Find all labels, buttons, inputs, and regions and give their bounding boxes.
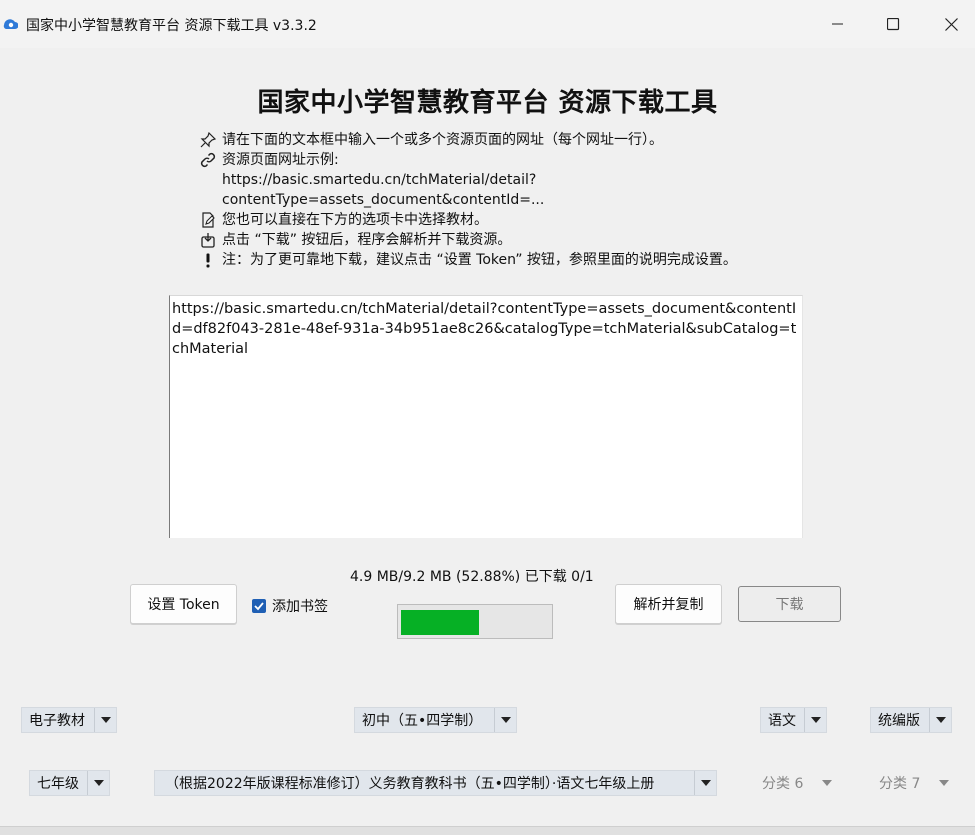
instruction-line: contentType=assets_document&contentId=..…: [200, 190, 840, 210]
exclamation-icon: [200, 250, 222, 270]
select-value: 统编版: [878, 713, 920, 729]
bookmark-checkbox[interactable]: 添加书签: [252, 596, 328, 616]
download-progress-bar: [397, 604, 553, 639]
example-url-line: https://basic.smartedu.cn/tchMaterial/de…: [222, 172, 537, 188]
maximize-icon: [886, 17, 899, 30]
dropdown-arrow-icon: [87, 771, 109, 795]
instruction-line: 请在下面的文本框中输入一个或多个资源页面的网址（每个网址一行）。: [200, 130, 840, 150]
select-value: 分类 7: [879, 776, 921, 792]
select-value: 语文: [768, 713, 796, 729]
instruction-text: 请在下面的文本框中输入一个或多个资源页面的网址（每个网址一行）。: [222, 132, 663, 148]
dropdown-arrow-icon: [804, 708, 826, 732]
edit-document-icon: [200, 210, 222, 230]
instruction-text: 注：为了更可靠地下载，建议点击 “设置 Token” 按钮，参照里面的说明完成设…: [222, 252, 737, 268]
url-input-textarea[interactable]: https://basic.smartedu.cn/tchMaterial/de…: [169, 295, 803, 538]
dropdown-arrow-icon: [816, 771, 837, 795]
grade-select[interactable]: 七年级: [29, 770, 110, 796]
download-box-icon: [200, 230, 222, 250]
instructions-block: 请在下面的文本框中输入一个或多个资源页面的网址（每个网址一行）。 资源页面网址示…: [200, 130, 840, 270]
main-title: 国家中小学智慧教育平台 资源下载工具: [257, 88, 718, 118]
progress-fill: [401, 610, 479, 635]
app-logo-icon: [3, 19, 18, 29]
instruction-line: 资源页面网址示例:: [200, 150, 840, 170]
instruction-line: 您也可以直接在下方的选项卡中选择教材。: [200, 210, 840, 230]
select-value: 电子教材: [29, 713, 85, 729]
dropdown-arrow-icon: [494, 708, 516, 732]
edition-select[interactable]: 统编版: [870, 707, 952, 733]
maximize-button[interactable]: [870, 0, 916, 48]
dropdown-arrow-icon: [933, 771, 954, 795]
close-button[interactable]: [928, 0, 974, 48]
select-value: （根据2022年版课程标准修订）义务教育教科书（五•四学制）·语文七年级上册: [165, 776, 655, 792]
minimize-icon: [832, 23, 843, 25]
select-value: 七年级: [37, 776, 79, 792]
category-6-select[interactable]: 分类 6: [755, 770, 837, 796]
minimize-button[interactable]: [815, 0, 861, 48]
parse-copy-button[interactable]: 解析并复制: [615, 584, 722, 624]
select-value: 初中（五•四学制）: [362, 713, 483, 729]
title-bar: 国家中小学智慧教育平台 资源下载工具 v3.3.2: [0, 0, 975, 48]
progress-status-text: 4.9 MB/9.2 MB (52.88%) 已下载 0/1: [350, 569, 594, 585]
instruction-line: https://basic.smartedu.cn/tchMaterial/de…: [200, 170, 840, 190]
resource-type-select[interactable]: 电子教材: [21, 707, 117, 733]
category-7-select[interactable]: 分类 7: [872, 770, 954, 796]
stage-select[interactable]: 初中（五•四学制）: [354, 707, 517, 733]
checkbox-checked-icon[interactable]: [252, 599, 266, 613]
example-url-line: contentType=assets_document&contentId=..…: [222, 192, 545, 208]
instruction-line: 注：为了更可靠地下载，建议点击 “设置 Token” 按钮，参照里面的说明完成设…: [200, 250, 840, 270]
close-icon: [944, 17, 958, 31]
instruction-text: 点击 “下载” 按钮后，程序会解析并下载资源。: [222, 232, 512, 248]
textbook-select[interactable]: （根据2022年版课程标准修订）义务教育教科书（五•四学制）·语文七年级上册: [154, 770, 717, 796]
pin-icon: [200, 130, 222, 150]
bookmark-label: 添加书签: [272, 599, 328, 615]
link-icon: [200, 150, 222, 170]
instruction-line: 点击 “下载” 按钮后，程序会解析并下载资源。: [200, 230, 840, 250]
set-token-button[interactable]: 设置 Token: [130, 584, 237, 624]
instruction-text: 您也可以直接在下方的选项卡中选择教材。: [222, 212, 488, 228]
dropdown-arrow-icon: [694, 771, 716, 795]
dropdown-arrow-icon: [94, 708, 116, 732]
download-button[interactable]: 下载: [738, 586, 841, 622]
instruction-text: 资源页面网址示例:: [222, 152, 339, 168]
subject-select[interactable]: 语文: [760, 707, 827, 733]
window-title: 国家中小学智慧教育平台 资源下载工具 v3.3.2: [26, 18, 317, 34]
select-value: 分类 6: [762, 776, 804, 792]
dropdown-arrow-icon: [929, 708, 951, 732]
